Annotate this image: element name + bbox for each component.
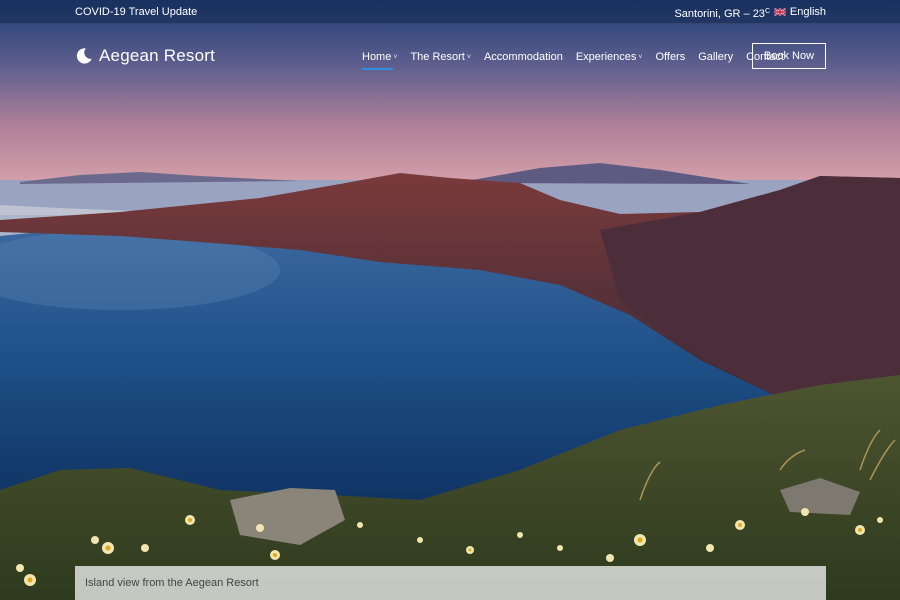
nav-label-home: Home (362, 51, 392, 63)
main-navigation: Home ˅ The Resort ˅ Accommodation Experi… (362, 50, 797, 70)
nav-item-offers[interactable]: Offers (655, 50, 685, 64)
top-utility-bar: COVID-19 Travel Update Santorini, GR – 2… (0, 0, 900, 24)
nav-item-gallery[interactable]: Gallery (698, 50, 733, 64)
nav-label-offers: Offers (655, 51, 686, 63)
degree-unit: C (764, 8, 770, 15)
nav-item-home[interactable]: Home ˅ (362, 50, 398, 70)
covid-travel-update-link[interactable]: COVID-19 Travel Update (75, 0, 197, 24)
chevron-down-icon: ˅ (466, 53, 471, 61)
nav-label-gallery: Gallery (698, 51, 734, 63)
book-now-button[interactable]: Book Now (752, 43, 826, 69)
uk-flag-icon (773, 8, 786, 16)
hero-caption: Island view from the Aegean Resort (75, 566, 826, 600)
weather-location: Santorini, GR – 23 (674, 8, 765, 20)
nav-label-accommodation: Accommodation (483, 51, 563, 63)
hero-background-image (0, 0, 900, 600)
site-logo[interactable]: Aegean Resort (75, 46, 215, 66)
nav-label-the-resort: The Resort (410, 51, 465, 63)
weather-readout: Santorini, GR – 23C (674, 0, 770, 26)
site-header: Aegean Resort Home ˅ The Resort ˅ Accomm… (0, 24, 900, 88)
nav-item-experiences[interactable]: Experiences ˅ (576, 50, 643, 64)
hero-caption-text: Island view from the Aegean Resort (85, 577, 259, 589)
chevron-down-icon: ˅ (638, 53, 643, 61)
language-label: English (789, 6, 826, 18)
crescent-moon-icon (76, 48, 92, 64)
nav-item-the-resort[interactable]: The Resort ˅ (410, 50, 471, 64)
brand-name: Aegean Resort (99, 46, 216, 65)
chevron-down-icon: ˅ (393, 53, 398, 61)
nav-label-experiences: Experiences (575, 51, 637, 63)
language-selector[interactable]: English (773, 0, 826, 24)
nav-item-accommodation[interactable]: Accommodation (484, 50, 563, 64)
